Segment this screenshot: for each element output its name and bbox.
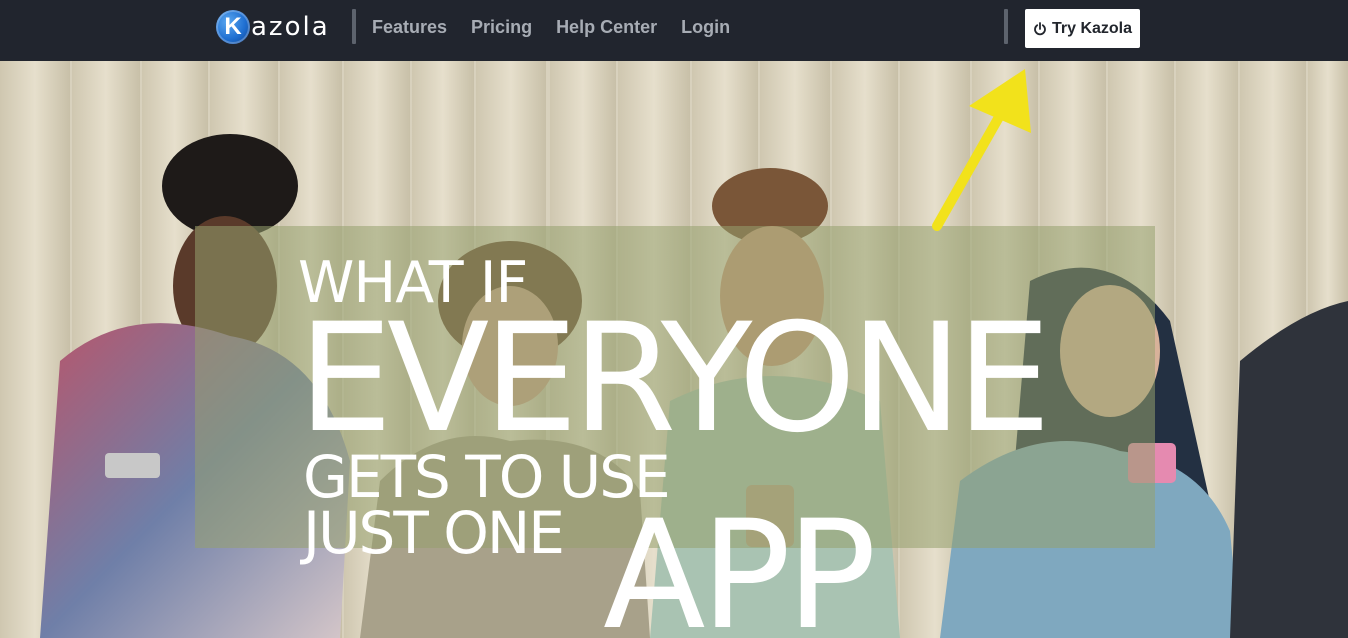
try-kazola-label: Try Kazola: [1051, 19, 1133, 37]
kazola-logo[interactable]: K azola: [216, 9, 330, 45]
nav-divider: [352, 9, 356, 44]
nav-link-help-center[interactable]: Help Center: [556, 17, 657, 38]
power-icon: [1034, 21, 1046, 35]
top-navbar: K azola Features Pricing Help Center Log…: [0, 0, 1348, 61]
nav-link-pricing[interactable]: Pricing: [471, 17, 532, 38]
logo-letter: K: [224, 13, 242, 40]
nav-link-features[interactable]: Features: [372, 17, 447, 38]
logo-text: azola: [251, 12, 330, 42]
hero-line-just-one: JUST ONE: [303, 499, 565, 567]
hero-line-everyone: EVERYONE: [298, 292, 1051, 466]
nav-links: Features Pricing Help Center Login: [372, 0, 754, 55]
hero-line-app: APP: [603, 489, 877, 638]
try-kazola-button[interactable]: Try Kazola: [1025, 9, 1140, 48]
nav-link-login[interactable]: Login: [681, 17, 730, 38]
nav-divider-right: [1004, 9, 1008, 44]
logo-badge-icon: K: [216, 10, 250, 44]
hero-section: WHAT IF EVERYONE GETS TO USE JUST ONE AP…: [0, 61, 1348, 638]
yellow-arrow-annotation-icon: [932, 69, 1031, 231]
